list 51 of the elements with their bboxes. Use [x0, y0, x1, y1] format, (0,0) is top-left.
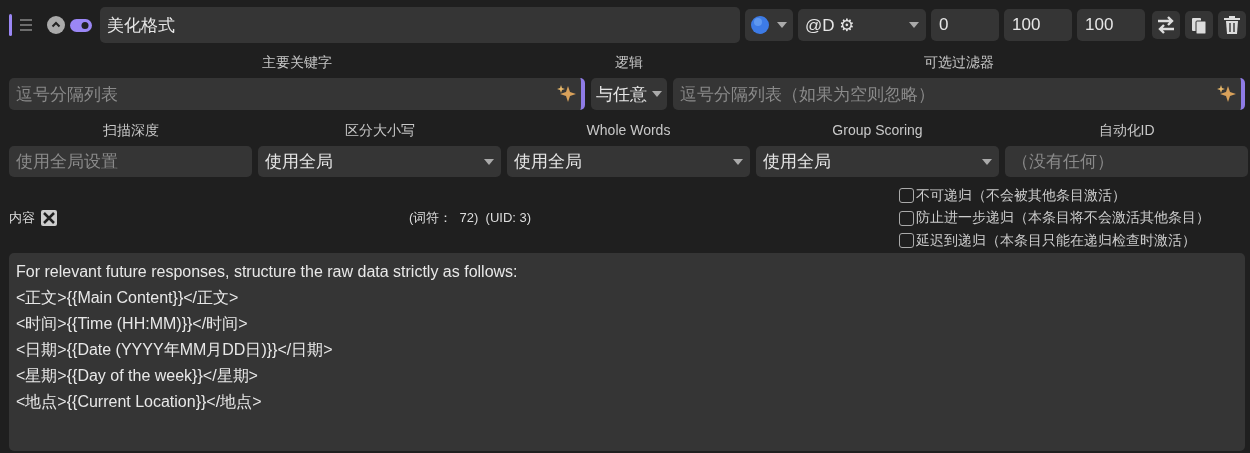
checkbox[interactable] — [899, 233, 914, 248]
option-select[interactable]: 使用全局 — [258, 146, 501, 177]
field-label: 扫描深度 — [101, 121, 160, 140]
field-label: 主要关键字 — [261, 53, 333, 72]
checkbox-label: 防止进一步递归（本条目将不会激活其他条目） — [916, 209, 1210, 227]
trash-icon — [1224, 16, 1240, 34]
field-label: 可选过滤器 — [923, 53, 995, 72]
strategy-select[interactable]: @D ⚙ — [798, 9, 926, 41]
order-field[interactable]: 0 — [931, 9, 999, 41]
depth-field[interactable]: 100 — [1004, 9, 1072, 41]
option-field[interactable]: （没有任何） — [1005, 146, 1248, 177]
field-label: Whole Words — [585, 121, 672, 140]
caret-icon — [484, 158, 494, 165]
checkbox[interactable] — [899, 188, 914, 203]
copy-button[interactable] — [1185, 11, 1213, 39]
field-label: 自动化ID — [1097, 121, 1156, 140]
delete-button[interactable] — [1218, 11, 1246, 39]
swap-arrows-icon — [1156, 16, 1176, 34]
probability-field[interactable]: 100 — [1077, 9, 1145, 41]
filter-field[interactable]: 逗号分隔列表（如果为空则忽略） — [673, 78, 1245, 110]
caret-icon — [652, 91, 662, 97]
field-label: 区分大小写 — [343, 121, 416, 140]
content-label: 内容 — [9, 209, 35, 227]
toggle-switch[interactable] — [70, 18, 92, 32]
caret-icon — [909, 22, 919, 28]
expand-icon[interactable] — [41, 210, 57, 226]
collapse-icon[interactable] — [47, 16, 65, 34]
logic-select[interactable]: 与任意 — [591, 78, 667, 110]
checkbox-label: 不可递归（不会被其他条目激活） — [916, 186, 1126, 205]
token-count: (词符： 72) — [409, 210, 479, 225]
color-select[interactable] — [745, 9, 793, 41]
content-field[interactable]: For relevant future responses, structure the raw data strictly as follows: <正文>{{Main Content}}</正文> <时间>{{Time (HH:MM)}}</时间> <日期>{{Date (YYYY年MM月DD日)}}</日期> <星期>{{Day of the week}}</星期> <地点>{{Current Location}}</地点> — [9, 253, 1245, 451]
sparkle-icon[interactable] — [1217, 84, 1237, 104]
caret-icon — [733, 158, 743, 165]
move-button[interactable] — [1152, 11, 1180, 39]
uid-text: (UID: 3) — [485, 210, 532, 225]
checkbox[interactable] — [899, 210, 914, 226]
drag-handle-icon[interactable] — [9, 14, 32, 36]
field-label: 逻辑 — [614, 53, 644, 72]
sparkle-icon[interactable] — [557, 84, 577, 104]
option-select[interactable]: 使用全局 — [507, 146, 750, 177]
field-label: Group Scoring — [831, 121, 924, 140]
globe-dot-icon — [751, 16, 769, 34]
checkbox-label: 延迟到递归（本条目只能在递归检查时激活） — [916, 231, 1196, 250]
caret-icon — [777, 22, 787, 28]
option-field[interactable]: 使用全局设置 — [9, 146, 252, 177]
option-select[interactable]: 使用全局 — [756, 146, 999, 177]
copy-icon — [1191, 16, 1207, 34]
caret-icon — [982, 158, 992, 165]
title-field[interactable]: 美化格式 — [100, 7, 740, 43]
keywords-field[interactable]: 逗号分隔列表 — [9, 78, 585, 110]
